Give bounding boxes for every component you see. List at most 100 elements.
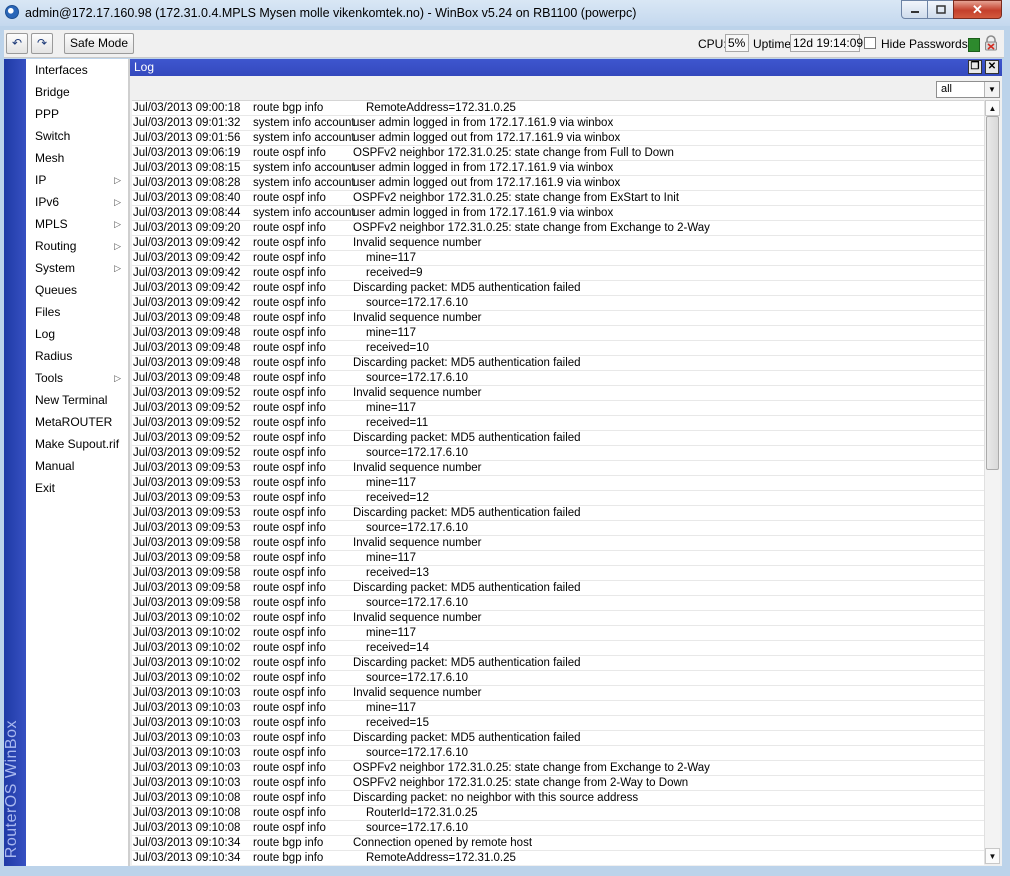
log-row[interactable]: Jul/03/2013 09:09:53 route ospf info sourc… bbox=[132, 521, 984, 536]
scroll-up-icon[interactable]: ▲ bbox=[985, 100, 1000, 116]
sidebar-item-bridge[interactable]: Bridge bbox=[26, 81, 128, 103]
log-row[interactable]: Jul/03/2013 09:01:32 system info account u… bbox=[132, 116, 984, 131]
log-row[interactable]: Jul/03/2013 09:09:48 route ospf info recei… bbox=[132, 341, 984, 356]
sidebar-item-radius[interactable]: Radius bbox=[26, 345, 128, 367]
log-row[interactable]: Jul/03/2013 09:08:15 system info account u… bbox=[132, 161, 984, 176]
sidebar-item-log[interactable]: Log bbox=[26, 323, 128, 345]
log-row[interactable]: Jul/03/2013 09:09:58 route ospf info Disca… bbox=[132, 581, 984, 596]
safe-mode-button[interactable]: Safe Mode bbox=[64, 33, 134, 54]
log-row[interactable]: Jul/03/2013 09:09:52 route ospf info mine=… bbox=[132, 401, 984, 416]
scroll-down-icon[interactable]: ▼ bbox=[985, 848, 1000, 864]
sidebar-item-exit[interactable]: Exit bbox=[26, 477, 128, 499]
submenu-arrow-icon: ▷ bbox=[114, 373, 121, 383]
log-window-titlebar[interactable]: Log ❐ ✕ bbox=[130, 59, 1002, 76]
sidebar-item-tools[interactable]: Tools ▷ bbox=[26, 367, 128, 389]
log-row[interactable]: Jul/03/2013 09:10:02 route ospf info recei… bbox=[132, 641, 984, 656]
log-row[interactable]: Jul/03/2013 09:10:03 route ospf info sourc… bbox=[132, 746, 984, 761]
log-restore-button[interactable]: ❐ bbox=[968, 60, 982, 74]
maximize-button[interactable] bbox=[927, 0, 954, 19]
log-row[interactable]: Jul/03/2013 09:09:48 route ospf info Inval… bbox=[132, 311, 984, 326]
sidebar-item-label: Queues bbox=[35, 283, 78, 297]
log-topics: system info account bbox=[253, 207, 355, 219]
log-row[interactable]: Jul/03/2013 09:09:53 route ospf info Inval… bbox=[132, 461, 984, 476]
sidebar-item-label: System bbox=[35, 261, 76, 275]
log-row[interactable]: Jul/03/2013 09:10:08 route ospf info Disca… bbox=[132, 791, 984, 806]
log-topics: route ospf info bbox=[253, 507, 326, 519]
log-row[interactable]: Jul/03/2013 09:09:52 route ospf info Disca… bbox=[132, 431, 984, 446]
log-row[interactable]: Jul/03/2013 09:09:42 route ospf info Disca… bbox=[132, 281, 984, 296]
log-filter-select[interactable]: all ▼ bbox=[936, 81, 1000, 98]
sidebar-item-interfaces[interactable]: Interfaces bbox=[26, 59, 128, 81]
sidebar-item-make-supout-rif[interactable]: Make Supout.rif bbox=[26, 433, 128, 455]
chevron-down-icon[interactable]: ▼ bbox=[984, 82, 999, 97]
sidebar-item-mpls[interactable]: MPLS ▷ bbox=[26, 213, 128, 235]
log-row[interactable]: Jul/03/2013 09:09:42 route ospf info mine=… bbox=[132, 251, 984, 266]
log-row[interactable]: Jul/03/2013 09:10:03 route ospf info recei… bbox=[132, 716, 984, 731]
sidebar-item-metarouter[interactable]: MetaROUTER bbox=[26, 411, 128, 433]
log-scrollbar[interactable]: ▲ ▼ bbox=[984, 100, 1000, 864]
log-row[interactable]: Jul/03/2013 09:09:20 route ospf info OSPFv… bbox=[132, 221, 984, 236]
log-time: Jul/03/2013 09:10:08 bbox=[133, 807, 241, 819]
log-row[interactable]: Jul/03/2013 09:09:42 route ospf info sourc… bbox=[132, 296, 984, 311]
window-titlebar[interactable]: admin@172.17.160.98 (172.31.0.4.MPLS Mys… bbox=[0, 0, 1010, 26]
log-row[interactable]: Jul/03/2013 09:09:42 route ospf info Inval… bbox=[132, 236, 984, 251]
log-row[interactable]: Jul/03/2013 09:09:48 route ospf info Disca… bbox=[132, 356, 984, 371]
sidebar-item-mesh[interactable]: Mesh bbox=[26, 147, 128, 169]
log-row[interactable]: Jul/03/2013 09:09:48 route ospf info sourc… bbox=[132, 371, 984, 386]
log-row[interactable]: Jul/03/2013 09:08:28 system info account u… bbox=[132, 176, 984, 191]
log-row[interactable]: Jul/03/2013 09:09:52 route ospf info Inval… bbox=[132, 386, 984, 401]
close-button[interactable]: ✕ bbox=[953, 0, 1002, 19]
sidebar-item-switch[interactable]: Switch bbox=[26, 125, 128, 147]
log-row[interactable]: Jul/03/2013 09:10:02 route ospf info Inval… bbox=[132, 611, 984, 626]
log-row[interactable]: Jul/03/2013 09:10:08 route ospf info Route… bbox=[132, 806, 984, 821]
hide-passwords-checkbox[interactable] bbox=[864, 37, 876, 49]
sidebar-item-system[interactable]: System ▷ bbox=[26, 257, 128, 279]
log-row[interactable]: Jul/03/2013 09:10:08 route ospf info sourc… bbox=[132, 821, 984, 836]
sidebar-item-ipv6[interactable]: IPv6 ▷ bbox=[26, 191, 128, 213]
log-row[interactable]: Jul/03/2013 09:08:40 route ospf info OSPFv… bbox=[132, 191, 984, 206]
log-row[interactable]: Jul/03/2013 09:09:53 route ospf info mine=… bbox=[132, 476, 984, 491]
log-row[interactable]: Jul/03/2013 09:09:48 route ospf info mine=… bbox=[132, 326, 984, 341]
log-message: OSPFv2 neighbor 172.31.0.25: state chang… bbox=[353, 777, 689, 789]
redo-button[interactable]: ↷ bbox=[31, 33, 53, 54]
log-row[interactable]: Jul/03/2013 09:10:03 route ospf info mine=… bbox=[132, 701, 984, 716]
log-row[interactable]: Jul/03/2013 09:09:52 route ospf info sourc… bbox=[132, 446, 984, 461]
log-row[interactable]: Jul/03/2013 09:10:03 route ospf info Inval… bbox=[132, 686, 984, 701]
log-time: Jul/03/2013 09:10:03 bbox=[133, 687, 241, 699]
sidebar-item-routing[interactable]: Routing ▷ bbox=[26, 235, 128, 257]
sidebar-item-label: Mesh bbox=[35, 151, 65, 165]
log-row[interactable]: Jul/03/2013 09:10:34 route bgp info Connec… bbox=[132, 836, 984, 851]
log-row[interactable]: Jul/03/2013 09:00:18 route bgp info Remote… bbox=[132, 101, 984, 116]
log-row[interactable]: Jul/03/2013 09:10:03 route ospf info OSPFv… bbox=[132, 761, 984, 776]
log-close-button[interactable]: ✕ bbox=[985, 60, 999, 74]
log-row[interactable]: Jul/03/2013 09:10:02 route ospf info Disca… bbox=[132, 656, 984, 671]
sidebar-item-queues[interactable]: Queues bbox=[26, 279, 128, 301]
log-row[interactable]: Jul/03/2013 09:09:52 route ospf info recei… bbox=[132, 416, 984, 431]
log-row[interactable]: Jul/03/2013 09:06:19 route ospf info OSPFv… bbox=[132, 146, 984, 161]
undo-button[interactable]: ↶ bbox=[6, 33, 28, 54]
sidebar-item-new-terminal[interactable]: New Terminal bbox=[26, 389, 128, 411]
hide-passwords-label[interactable]: Hide Passwords bbox=[881, 37, 968, 51]
winbox-app-icon[interactable] bbox=[5, 5, 19, 19]
log-row[interactable]: Jul/03/2013 09:10:34 route bgp info Remote… bbox=[132, 851, 984, 865]
minimize-button[interactable] bbox=[901, 0, 928, 19]
log-row[interactable]: Jul/03/2013 09:09:42 route ospf info recei… bbox=[132, 266, 984, 281]
log-row[interactable]: Jul/03/2013 09:09:58 route ospf info mine=… bbox=[132, 551, 984, 566]
sidebar-item-ip[interactable]: IP ▷ bbox=[26, 169, 128, 191]
sidebar-item-manual[interactable]: Manual bbox=[26, 455, 128, 477]
sidebar-item-ppp[interactable]: PPP bbox=[26, 103, 128, 125]
log-row[interactable]: Jul/03/2013 09:10:03 route ospf info Disca… bbox=[132, 731, 984, 746]
log-row[interactable]: Jul/03/2013 09:10:02 route ospf info sourc… bbox=[132, 671, 984, 686]
log-message: Discarding packet: MD5 authentication fa… bbox=[353, 432, 581, 444]
log-row[interactable]: Jul/03/2013 09:10:03 route ospf info OSPFv… bbox=[132, 776, 984, 791]
log-row[interactable]: Jul/03/2013 09:09:58 route ospf info Inval… bbox=[132, 536, 984, 551]
log-row[interactable]: Jul/03/2013 09:09:58 route ospf info sourc… bbox=[132, 596, 984, 611]
log-row[interactable]: Jul/03/2013 09:09:53 route ospf info recei… bbox=[132, 491, 984, 506]
log-row[interactable]: Jul/03/2013 09:09:58 route ospf info recei… bbox=[132, 566, 984, 581]
scrollbar-thumb[interactable] bbox=[986, 116, 999, 470]
log-row[interactable]: Jul/03/2013 09:08:44 system info account u… bbox=[132, 206, 984, 221]
log-row[interactable]: Jul/03/2013 09:10:02 route ospf info mine=… bbox=[132, 626, 984, 641]
sidebar-item-files[interactable]: Files bbox=[26, 301, 128, 323]
log-row[interactable]: Jul/03/2013 09:01:56 system info account u… bbox=[132, 131, 984, 146]
log-row[interactable]: Jul/03/2013 09:09:53 route ospf info Disca… bbox=[132, 506, 984, 521]
